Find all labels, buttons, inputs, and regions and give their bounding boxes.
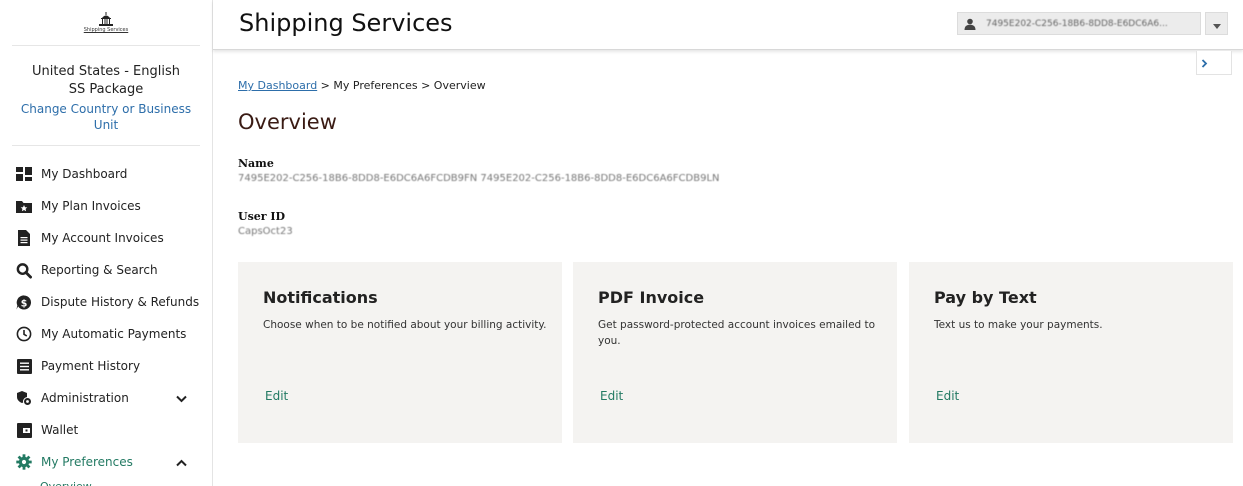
sidebar-nav: My Dashboard My Plan Invoices My Account… [0, 158, 212, 486]
sidebar-item-label: Dispute History & Refunds [41, 295, 200, 309]
sidebar-item-label: My Plan Invoices [41, 199, 141, 213]
sidebar-item-label: Administration [41, 391, 129, 405]
top-header: Shipping Services 7495E202-C256-18B6-8DD… [213, 0, 1243, 50]
locale-block: United States - English SS Package Chang… [12, 46, 200, 146]
svg-text:$: $ [21, 298, 28, 309]
sidebar-item-account-invoices[interactable]: My Account Invoices [0, 222, 212, 254]
sidebar-item-label: Payment History [41, 359, 141, 373]
sidebar: Shipping Services United States - Englis… [0, 0, 213, 486]
dashboard-icon [16, 166, 32, 182]
app-title: Shipping Services [239, 9, 453, 37]
dollar-icon: $ [16, 294, 32, 310]
sidebar-item-automatic-payments[interactable]: My Automatic Payments [0, 318, 212, 350]
sidebar-item-payment-history[interactable]: Payment History [0, 350, 212, 382]
caret-down-icon [1212, 14, 1221, 33]
sidebar-item-label: Wallet [41, 423, 79, 437]
logo[interactable]: Shipping Services [12, 0, 200, 46]
sidebar-item-reporting-search[interactable]: Reporting & Search [0, 254, 212, 286]
chevron-down-icon[interactable] [176, 392, 187, 406]
admin-icon [16, 390, 32, 406]
user-menu-dropdown[interactable] [1205, 12, 1228, 35]
sidebar-item-dispute-history[interactable]: $ Dispute History & Refunds [0, 286, 212, 318]
card-notifications: Notifications Choose when to be notified… [238, 262, 562, 443]
search-icon [16, 262, 32, 278]
folder-star-icon [16, 198, 32, 214]
logo-text: Shipping Services [83, 27, 129, 33]
sidebar-item-label: My Preferences [41, 455, 133, 469]
user-name: 7495E202-C256-18B6-8DD8-E6DC6A6... [986, 18, 1168, 29]
name-label: Name [238, 157, 274, 170]
card-description: Choose when to be notified about your bi… [263, 319, 547, 331]
card-title: Notifications [263, 288, 378, 307]
card-pdf-invoice: PDF Invoice Get password-protected accou… [573, 262, 897, 443]
sidebar-item-label: My Dashboard [41, 167, 128, 181]
page-title: Overview [238, 110, 337, 134]
locale-business-unit: SS Package [68, 82, 144, 97]
list-icon [16, 358, 32, 374]
clock-icon [16, 326, 32, 342]
sidebar-item-wallet[interactable]: Wallet [0, 414, 212, 446]
sidebar-item-administration[interactable]: Administration [0, 382, 212, 414]
card-title: PDF Invoice [598, 288, 705, 307]
panel-toggle-button[interactable] [1196, 51, 1232, 75]
card-description: Text us to make your payments. [934, 319, 1103, 331]
card-description: Get password-protected account invoices … [598, 319, 876, 347]
locale-country: United States - English [32, 64, 180, 79]
breadcrumb-dashboard-link[interactable]: My Dashboard [238, 79, 317, 92]
gear-icon [16, 454, 32, 470]
breadcrumb-trail: > My Preferences > Overview [317, 79, 486, 92]
sidebar-item-label: My Automatic Payments [41, 327, 187, 341]
document-icon [16, 230, 32, 246]
sidebar-item-plan-invoices[interactable]: My Plan Invoices [0, 190, 212, 222]
sidebar-item-preferences[interactable]: My Preferences [0, 446, 212, 478]
pay-by-text-edit-link[interactable]: Edit [936, 389, 959, 403]
sidebar-item-dashboard[interactable]: My Dashboard [0, 158, 212, 190]
sidebar-item-label: My Account Invoices [41, 231, 164, 245]
user-menu[interactable]: 7495E202-C256-18B6-8DD8-E6DC6A6... [957, 12, 1201, 35]
chevron-up-icon[interactable] [176, 456, 187, 470]
notifications-edit-link[interactable]: Edit [265, 389, 288, 403]
change-country-link[interactable]: Change Country or Business Unit [12, 101, 200, 133]
building-logo-icon [99, 12, 113, 26]
name-value: 7495E202-C256-18B6-8DD8-E6DC6A6FCDB9FN 7… [238, 173, 720, 184]
card-pay-by-text: Pay by Text Text us to make your payment… [909, 262, 1233, 443]
sidebar-subitem-overview[interactable]: Overview [0, 478, 212, 486]
sidebar-item-label: Reporting & Search [41, 263, 158, 277]
pdf-invoice-edit-link[interactable]: Edit [600, 389, 623, 403]
card-title: Pay by Text [934, 288, 1037, 307]
wallet-icon [16, 422, 32, 438]
user-id-label: User ID [238, 210, 286, 223]
preference-cards: Notifications Choose when to be notified… [238, 262, 1233, 443]
user-icon [964, 18, 976, 30]
chevron-right-icon [1201, 53, 1208, 72]
breadcrumb: My Dashboard > My Preferences > Overview [238, 79, 486, 92]
user-id-value: CapsOct23 [238, 226, 293, 237]
